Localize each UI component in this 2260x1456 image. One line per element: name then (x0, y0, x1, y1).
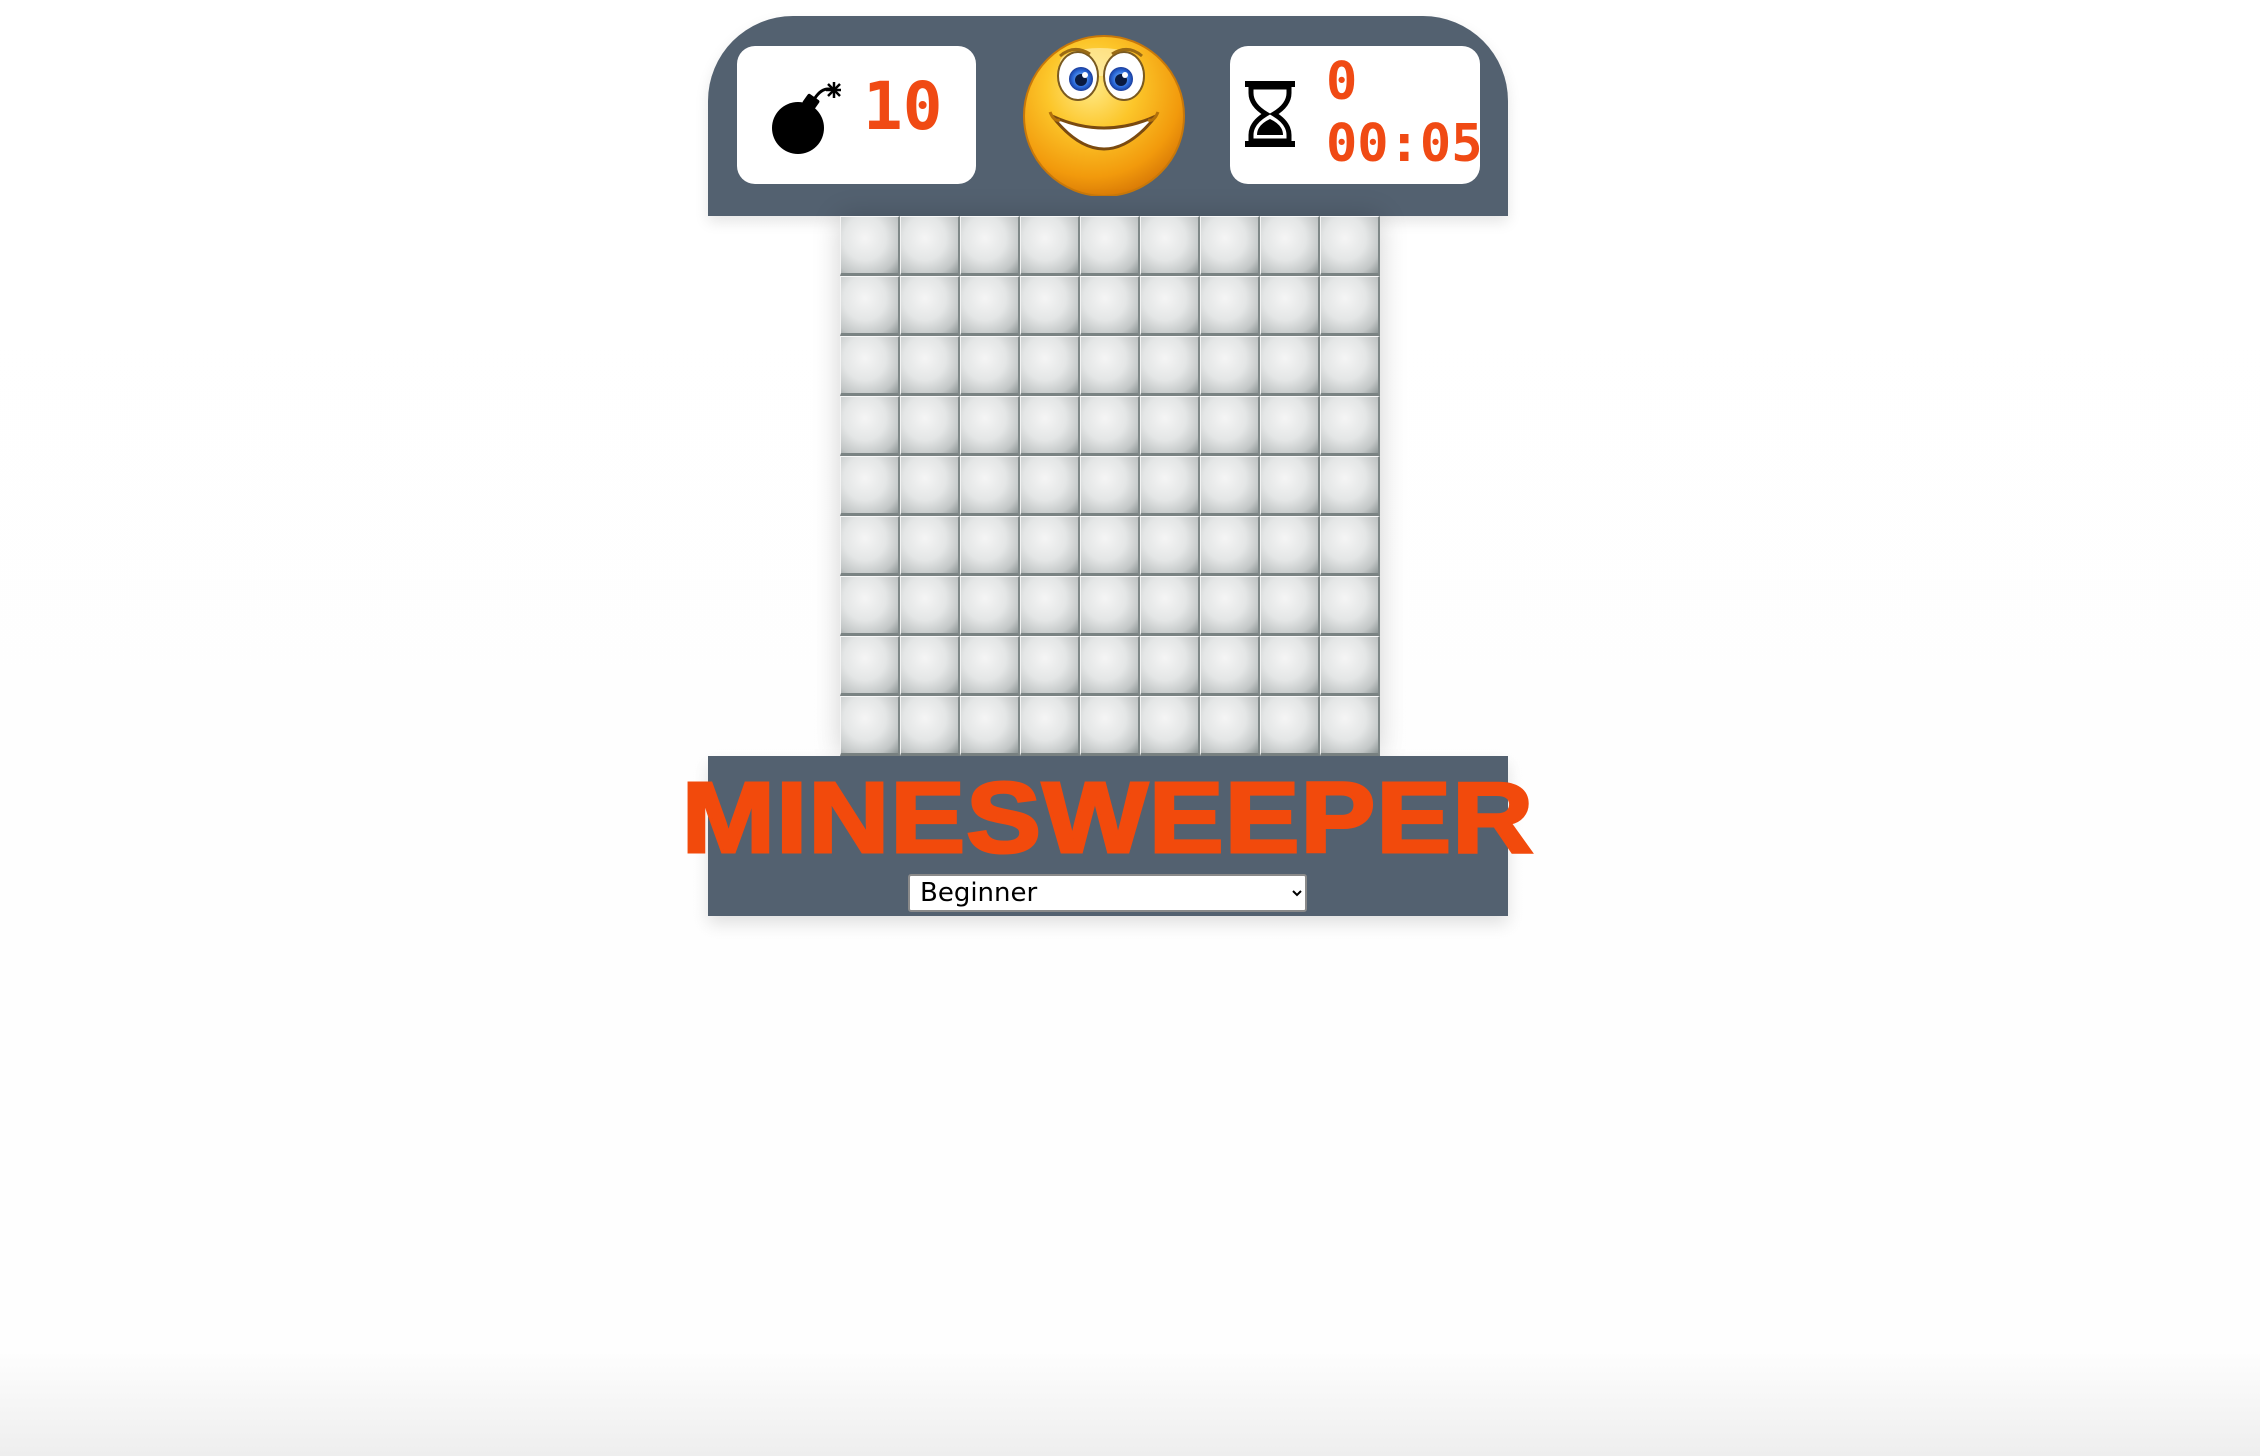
minefield-cell[interactable] (900, 576, 960, 636)
timer-clock: 00:05 (1326, 114, 1483, 174)
minefield-cell[interactable] (1080, 516, 1140, 576)
difficulty-select[interactable]: Beginner (908, 874, 1307, 912)
minefield-cell[interactable] (1140, 636, 1200, 696)
minefield-cell[interactable] (1020, 276, 1080, 336)
minefield-cell[interactable] (840, 576, 900, 636)
game-header: 10 0 00:05 (708, 16, 1508, 216)
minefield-cell[interactable] (960, 576, 1020, 636)
minefield-cell[interactable] (1080, 456, 1140, 516)
reset-smiley-button[interactable] (1022, 32, 1186, 197)
minefield-cell[interactable] (1260, 336, 1320, 396)
minefield-cell[interactable] (1200, 456, 1260, 516)
minefield-cell[interactable] (1320, 456, 1380, 516)
minefield-cell[interactable] (1020, 456, 1080, 516)
minefield-cell[interactable] (1080, 396, 1140, 456)
minefield-cell[interactable] (1140, 516, 1200, 576)
minefield-cell[interactable] (1200, 336, 1260, 396)
minefield-cell[interactable] (900, 216, 960, 276)
mine-count: 10 (863, 68, 943, 145)
minefield-cell[interactable] (1140, 336, 1200, 396)
minefield-cell[interactable] (900, 336, 960, 396)
minefield-cell[interactable] (1320, 396, 1380, 456)
board-area (708, 216, 1508, 756)
game-footer: MINESWEEPER Beginner (680, 756, 1535, 916)
minefield-cell[interactable] (1140, 276, 1200, 336)
minefield-cell[interactable] (840, 276, 900, 336)
game-title: MINESWEEPER (680, 762, 1535, 874)
bomb-icon (772, 82, 841, 154)
minefield-cell[interactable] (900, 276, 960, 336)
minefield-cell[interactable] (1140, 216, 1200, 276)
minefield-cell[interactable] (840, 456, 900, 516)
hourglass-icon (1245, 81, 1295, 147)
minefield-grid (840, 216, 1380, 756)
minefield-cell[interactable] (1020, 216, 1080, 276)
minefield-cell[interactable] (1140, 396, 1200, 456)
minefield-cell[interactable] (960, 396, 1020, 456)
minefield-cell[interactable] (840, 396, 900, 456)
minefield-cell[interactable] (1080, 636, 1140, 696)
minefield-cell[interactable] (840, 336, 900, 396)
minefield-cell[interactable] (900, 516, 960, 576)
minefield-cell[interactable] (1320, 696, 1380, 756)
minefield-cell[interactable] (1200, 516, 1260, 576)
minefield-cell[interactable] (1260, 636, 1320, 696)
minefield-cell[interactable] (1260, 396, 1320, 456)
minefield-cell[interactable] (1020, 336, 1080, 396)
minefield-cell[interactable] (1320, 276, 1380, 336)
minefield-cell[interactable] (1320, 636, 1380, 696)
minefield-cell[interactable] (960, 216, 1020, 276)
minefield-cell[interactable] (960, 516, 1020, 576)
minefield-cell[interactable] (960, 456, 1020, 516)
minefield-cell[interactable] (1260, 216, 1320, 276)
minefield-cell[interactable] (1260, 516, 1320, 576)
minefield-cell[interactable] (840, 696, 900, 756)
minefield-cell[interactable] (1200, 216, 1260, 276)
minefield-cell[interactable] (1320, 336, 1380, 396)
minefield-cell[interactable] (960, 276, 1020, 336)
mine-counter-panel: 10 (737, 46, 976, 184)
minefield-cell[interactable] (1200, 636, 1260, 696)
minefield-cell[interactable] (1140, 696, 1200, 756)
minefield-cell[interactable] (1260, 456, 1320, 516)
minefield-cell[interactable] (1080, 216, 1140, 276)
minefield-cell[interactable] (1260, 276, 1320, 336)
minefield-cell[interactable] (1260, 576, 1320, 636)
minefield-cell[interactable] (1020, 696, 1080, 756)
minefield-cell[interactable] (1140, 576, 1200, 636)
minefield-cell[interactable] (900, 636, 960, 696)
minefield-cell[interactable] (1320, 216, 1380, 276)
minefield-cell[interactable] (1020, 516, 1080, 576)
minefield-cell[interactable] (960, 336, 1020, 396)
minefield-cell[interactable] (840, 216, 900, 276)
minefield-cell[interactable] (900, 456, 960, 516)
smiley-face-icon (1023, 35, 1185, 197)
minefield-cell[interactable] (840, 516, 900, 576)
minefield-cell[interactable] (900, 696, 960, 756)
minefield-cell[interactable] (1200, 276, 1260, 336)
minefield-cell[interactable] (1080, 576, 1140, 636)
minefield-cell[interactable] (1140, 456, 1200, 516)
minefield-cell[interactable] (1080, 336, 1140, 396)
minefield-cell[interactable] (1200, 396, 1260, 456)
minefield-cell[interactable] (840, 636, 900, 696)
minefield-cell[interactable] (1260, 696, 1320, 756)
minefield-cell[interactable] (960, 696, 1020, 756)
minefield-cell[interactable] (960, 636, 1020, 696)
minefield-cell[interactable] (1320, 516, 1380, 576)
minefield-cell[interactable] (1320, 576, 1380, 636)
minefield-cell[interactable] (900, 396, 960, 456)
timer-panel: 0 00:05 (1230, 46, 1483, 184)
minefield-cell[interactable] (1200, 576, 1260, 636)
minesweeper-game: 10 0 00:05 MINESWEEPER Beginner (680, 16, 1535, 916)
minefield-cell[interactable] (1020, 636, 1080, 696)
minefield-cell[interactable] (1020, 576, 1080, 636)
minefield-cell[interactable] (1020, 396, 1080, 456)
timer-seconds: 0 (1326, 52, 1358, 112)
minefield-cell[interactable] (1200, 696, 1260, 756)
minefield-cell[interactable] (1080, 276, 1140, 336)
minefield-cell[interactable] (1080, 696, 1140, 756)
